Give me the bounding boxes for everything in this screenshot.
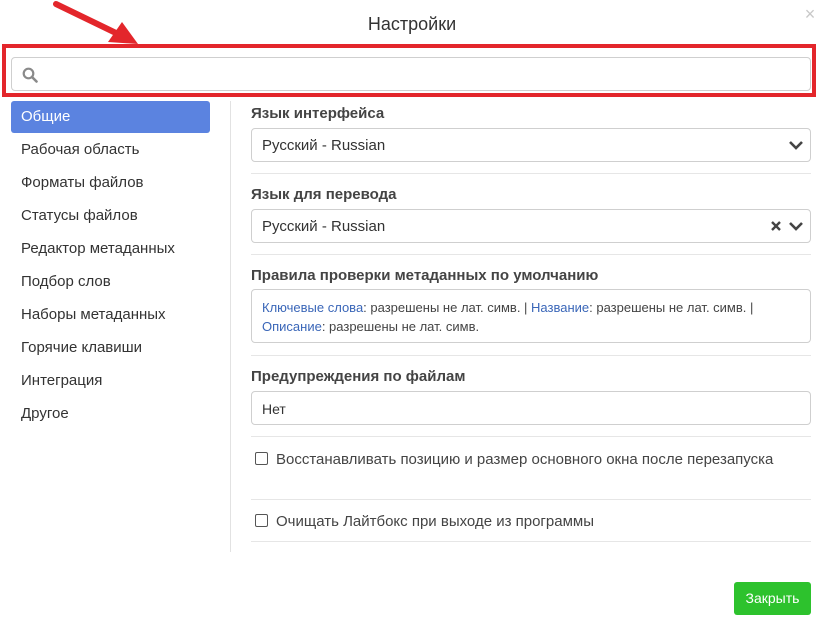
divider <box>251 355 811 356</box>
sidebar-item-word-selection[interactable]: Подбор слов <box>11 265 210 298</box>
sidebar: Общие Рабочая область Форматы файлов Ста… <box>11 101 210 430</box>
sidebar-item-file-formats[interactable]: Форматы файлов <box>11 166 210 199</box>
chevron-down-icon[interactable] <box>788 220 804 232</box>
search-input[interactable] <box>46 58 800 92</box>
title-rule-value: : разрешены не лат. симв. | <box>589 300 754 315</box>
clear-lightbox-checkbox[interactable] <box>255 514 268 527</box>
translation-language-value: Русский - Russian <box>262 218 386 235</box>
sidebar-item-integration[interactable]: Интеграция <box>11 364 210 397</box>
translation-language-label: Язык для перевода <box>251 186 397 203</box>
description-rule-value: : разрешены не лат. симв. <box>321 319 480 334</box>
clear-lightbox-label[interactable]: Очищать Лайтбокс при выходе из программы <box>276 511 786 532</box>
metadata-rules-box[interactable]: Ключевые слова: разрешены не лат. симв. … <box>251 289 811 343</box>
sidebar-divider <box>230 101 231 552</box>
sidebar-item-file-statuses[interactable]: Статусы файлов <box>11 199 210 232</box>
close-button[interactable]: Закрыть <box>734 582 811 615</box>
divider <box>251 436 811 437</box>
metadata-rules-label: Правила проверки метаданных по умолчанию <box>251 267 599 284</box>
restore-window-label[interactable]: Восстанавливать позицию и размер основно… <box>276 449 786 470</box>
translation-language-select[interactable]: Русский - Russian <box>251 209 811 243</box>
interface-language-value: Русский - Russian <box>262 137 386 154</box>
file-warnings-label: Предупреждения по файлам <box>251 368 466 385</box>
restore-window-checkbox[interactable] <box>255 452 268 465</box>
clear-icon[interactable] <box>770 220 782 232</box>
divider <box>251 541 811 542</box>
sidebar-item-metadata-editor[interactable]: Редактор метаданных <box>11 232 210 265</box>
sidebar-item-hotkeys[interactable]: Горячие клавиши <box>11 331 210 364</box>
close-icon[interactable]: × <box>801 5 819 23</box>
chevron-down-icon[interactable] <box>788 139 804 151</box>
interface-language-label: Язык интерфейса <box>251 105 385 122</box>
search-field[interactable] <box>11 57 811 92</box>
keywords-rule-value: : разрешены не лат. симв. | <box>363 300 532 315</box>
sidebar-item-other[interactable]: Другое <box>11 397 210 430</box>
divider <box>251 499 811 500</box>
sidebar-item-general[interactable]: Общие <box>11 101 210 133</box>
description-rule-key: Описание <box>262 319 322 334</box>
keywords-rule-key: Ключевые слова <box>262 300 364 315</box>
interface-language-select[interactable]: Русский - Russian <box>251 128 811 162</box>
sidebar-item-metadata-sets[interactable]: Наборы метаданных <box>11 298 210 331</box>
search-icon <box>22 67 38 83</box>
sidebar-item-workspace[interactable]: Рабочая область <box>11 133 210 166</box>
red-arrow-annotation <box>53 1 138 44</box>
divider <box>251 254 811 255</box>
title-rule-key: Название <box>531 300 590 315</box>
file-warnings-field[interactable]: Нет <box>251 391 811 425</box>
file-warnings-value: Нет <box>262 401 286 417</box>
divider <box>251 173 811 174</box>
